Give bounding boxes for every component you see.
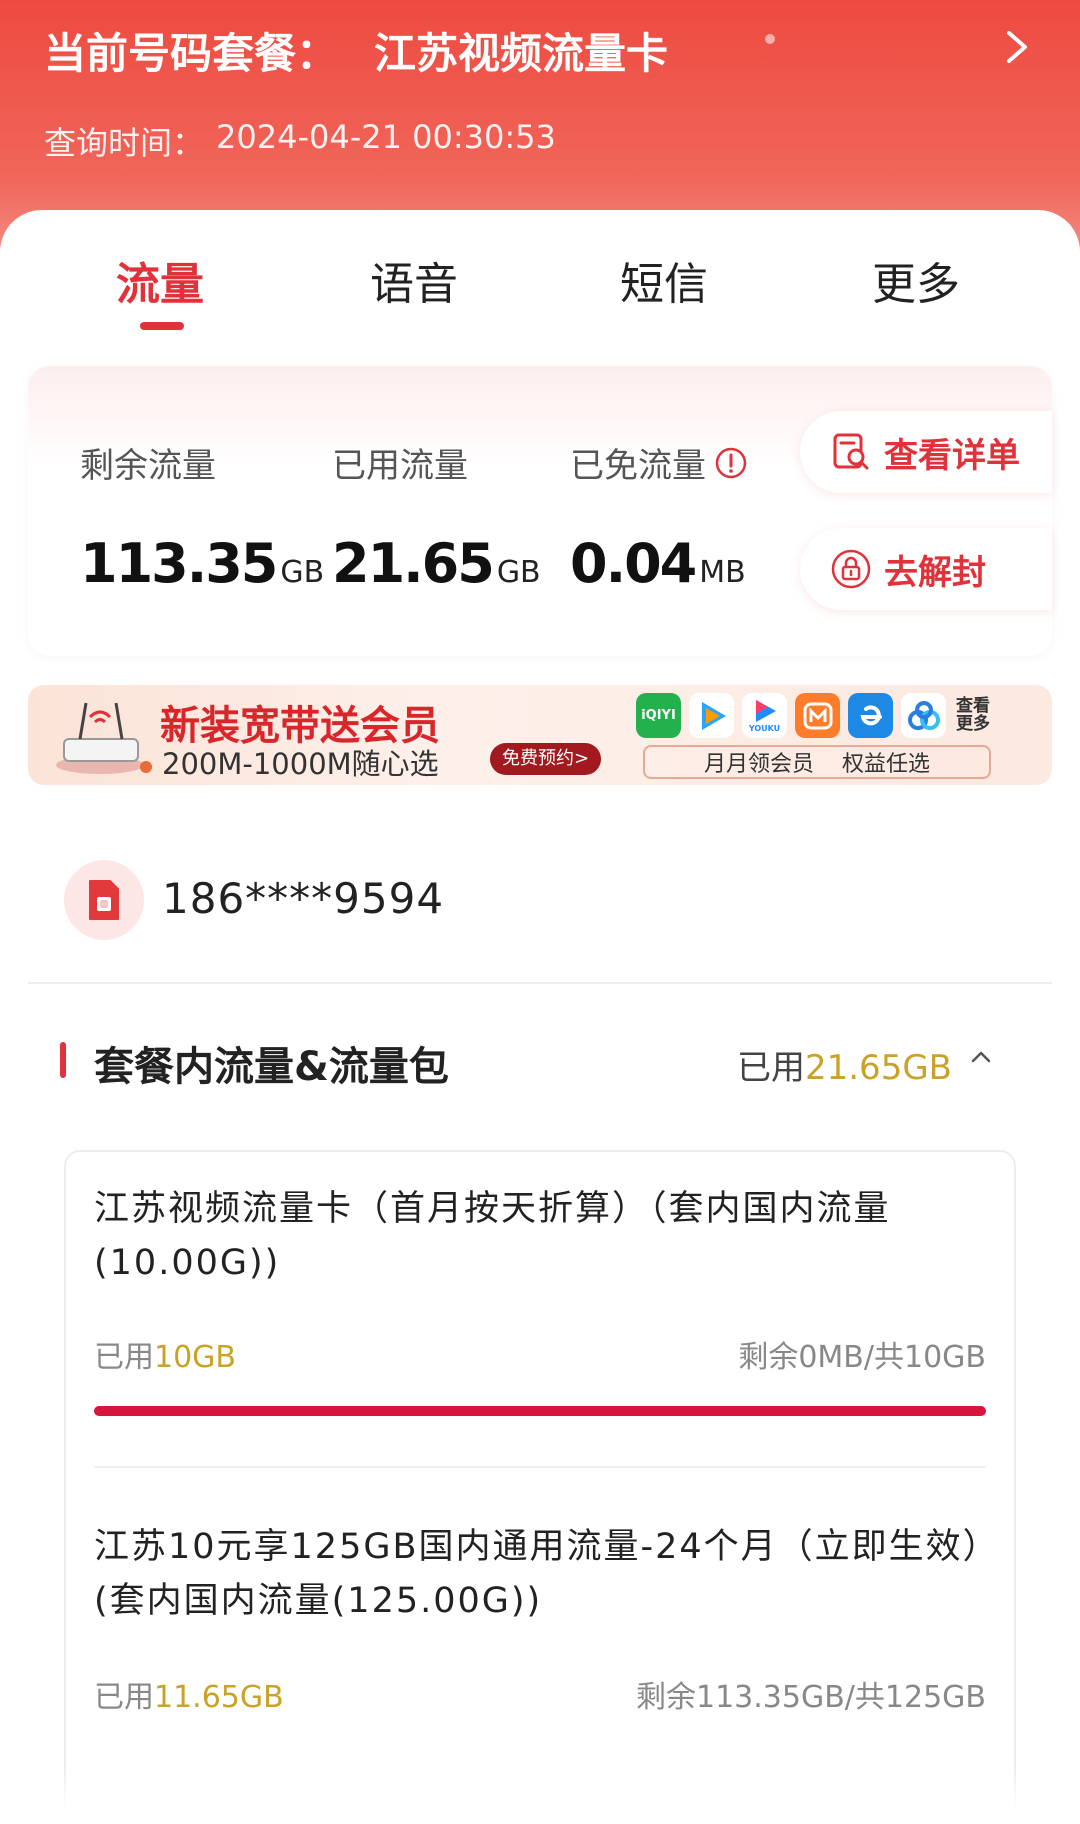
tab-data[interactable]: 流量: [116, 248, 204, 312]
used-data-stat: 已用流量 21.65 GB: [332, 438, 541, 595]
package-section: 186****9594 套餐内流量&流量包 已用21.65GB 江苏视频流量卡（…: [28, 810, 1052, 1824]
package-used-label: 已用: [736, 1048, 805, 1088]
baidu-pan-icon: [901, 693, 946, 738]
package-item-remain: 剩余0MB/共10GB: [738, 1340, 986, 1375]
phone-row[interactable]: 186****9594: [28, 810, 1052, 984]
item-used-label: 已用: [94, 1680, 154, 1715]
plan-name: 江苏视频流量卡: [374, 28, 669, 78]
plan-row[interactable]: 当前号码套餐： 江苏视频流量卡: [44, 18, 668, 82]
item-used-amount: 10GB: [154, 1340, 237, 1375]
unblock-label: 去解封: [884, 552, 986, 593]
usage-progress-fill: [94, 1406, 986, 1416]
router-icon: [56, 702, 152, 774]
info-icon[interactable]: [714, 446, 748, 480]
lock-icon: [831, 549, 871, 589]
free-booking-button[interactable]: 免费预约>: [490, 743, 602, 775]
chevron-up-icon[interactable]: [970, 1050, 992, 1064]
remaining-data-stat: 剩余流量 113.35 GB: [80, 438, 324, 595]
decorative-dot: [765, 34, 775, 44]
view-details-label: 查看详单: [884, 435, 1020, 476]
package-item-title: 江苏10元享125GB国内通用流量-24个月（立即生效）(套内国内流量(125.…: [94, 1527, 983, 1621]
item-divider: [94, 1466, 986, 1468]
used-unit: GB: [496, 555, 541, 590]
tab-bar: 流量 语音 短信 更多: [0, 210, 1080, 330]
member-right-label: 权益任选: [842, 752, 931, 777]
tab-sms[interactable]: 短信: [620, 248, 708, 312]
sim-card-icon: [64, 860, 144, 940]
used-label: 已用流量: [332, 446, 468, 486]
active-tab-indicator: [140, 322, 184, 330]
package-item-title: 江苏视频流量卡（首月按天折算）（套内国内流量(10.00G)): [94, 1189, 891, 1283]
e-icon: [848, 693, 893, 738]
broadband-promo-banner[interactable]: 新装宽带送会员 200M-1000M随心选 免费预约> iQIYI YOUKU …: [28, 685, 1052, 785]
view-details-button[interactable]: 查看详单: [800, 411, 1052, 493]
query-time-row: 查询时间： 2024-04-21 00:30:53: [44, 118, 556, 164]
youku-label: YOUKU: [748, 724, 781, 733]
usage-panel: 剩余流量 113.35 GB 已用流量 21.65 GB 已免流量 0.04 MB: [28, 366, 1052, 656]
exempt-data-stat: 已免流量 0.04 MB: [570, 438, 748, 595]
package-items-card: 江苏视频流量卡（首月按天折算）（套内国内流量(10.00G)) 已用10GB 剩…: [64, 1150, 1016, 1824]
usage-progress-bar: [94, 1406, 986, 1416]
mgtv-icon: [795, 693, 840, 738]
package-title: 套餐内流量&流量包: [94, 1044, 449, 1090]
phone-number: 186****9594: [162, 874, 445, 923]
banner-subtitle: 200M-1000M随心选: [162, 747, 439, 781]
member-app-icons: iQIYI YOUKU: [636, 693, 946, 738]
exempt-value: 0.04: [570, 532, 697, 595]
used-value: 21.65: [332, 532, 495, 595]
item-used-label: 已用: [94, 1340, 154, 1375]
member-left-label: 月月领会员: [703, 752, 814, 777]
tab-voice[interactable]: 语音: [370, 248, 458, 312]
section-marker: [60, 1042, 66, 1078]
query-time: 2024-04-21 00:30:53: [216, 118, 556, 156]
exempt-unit: MB: [699, 555, 746, 590]
plan-label: 当前号码套餐：: [44, 28, 339, 78]
unblock-button[interactable]: 去解封: [800, 528, 1052, 610]
iqiyi-icon: iQIYI: [636, 693, 681, 738]
package-item-remain: 剩余113.35GB/共125GB: [636, 1680, 986, 1715]
bottom-fade: [0, 1770, 1080, 1824]
package-used-summary: 已用21.65GB: [737, 1040, 952, 1089]
query-label: 查询时间：: [44, 124, 205, 162]
remaining-label: 剩余流量: [80, 446, 216, 486]
view-more-apps[interactable]: 查看更多: [956, 697, 996, 733]
item-used-amount: 11.65GB: [154, 1680, 284, 1715]
youku-icon: YOUKU: [742, 693, 787, 738]
tencent-video-icon: [689, 693, 734, 738]
member-benefits-box: 月月领会员 权益任选: [643, 745, 991, 779]
chevron-right-icon[interactable]: [994, 24, 1040, 70]
tab-more[interactable]: 更多: [872, 248, 960, 312]
remaining-unit: GB: [280, 555, 325, 590]
package-item-used: 已用11.65GB: [94, 1672, 284, 1716]
document-search-icon: [833, 433, 869, 470]
package-item-used: 已用10GB: [94, 1332, 236, 1376]
remaining-value: 113.35: [80, 532, 278, 595]
package-header[interactable]: 套餐内流量&流量包 已用21.65GB: [28, 1030, 1052, 1090]
package-used-amount: 21.65GB: [804, 1048, 952, 1088]
exempt-label: 已免流量: [570, 446, 706, 486]
